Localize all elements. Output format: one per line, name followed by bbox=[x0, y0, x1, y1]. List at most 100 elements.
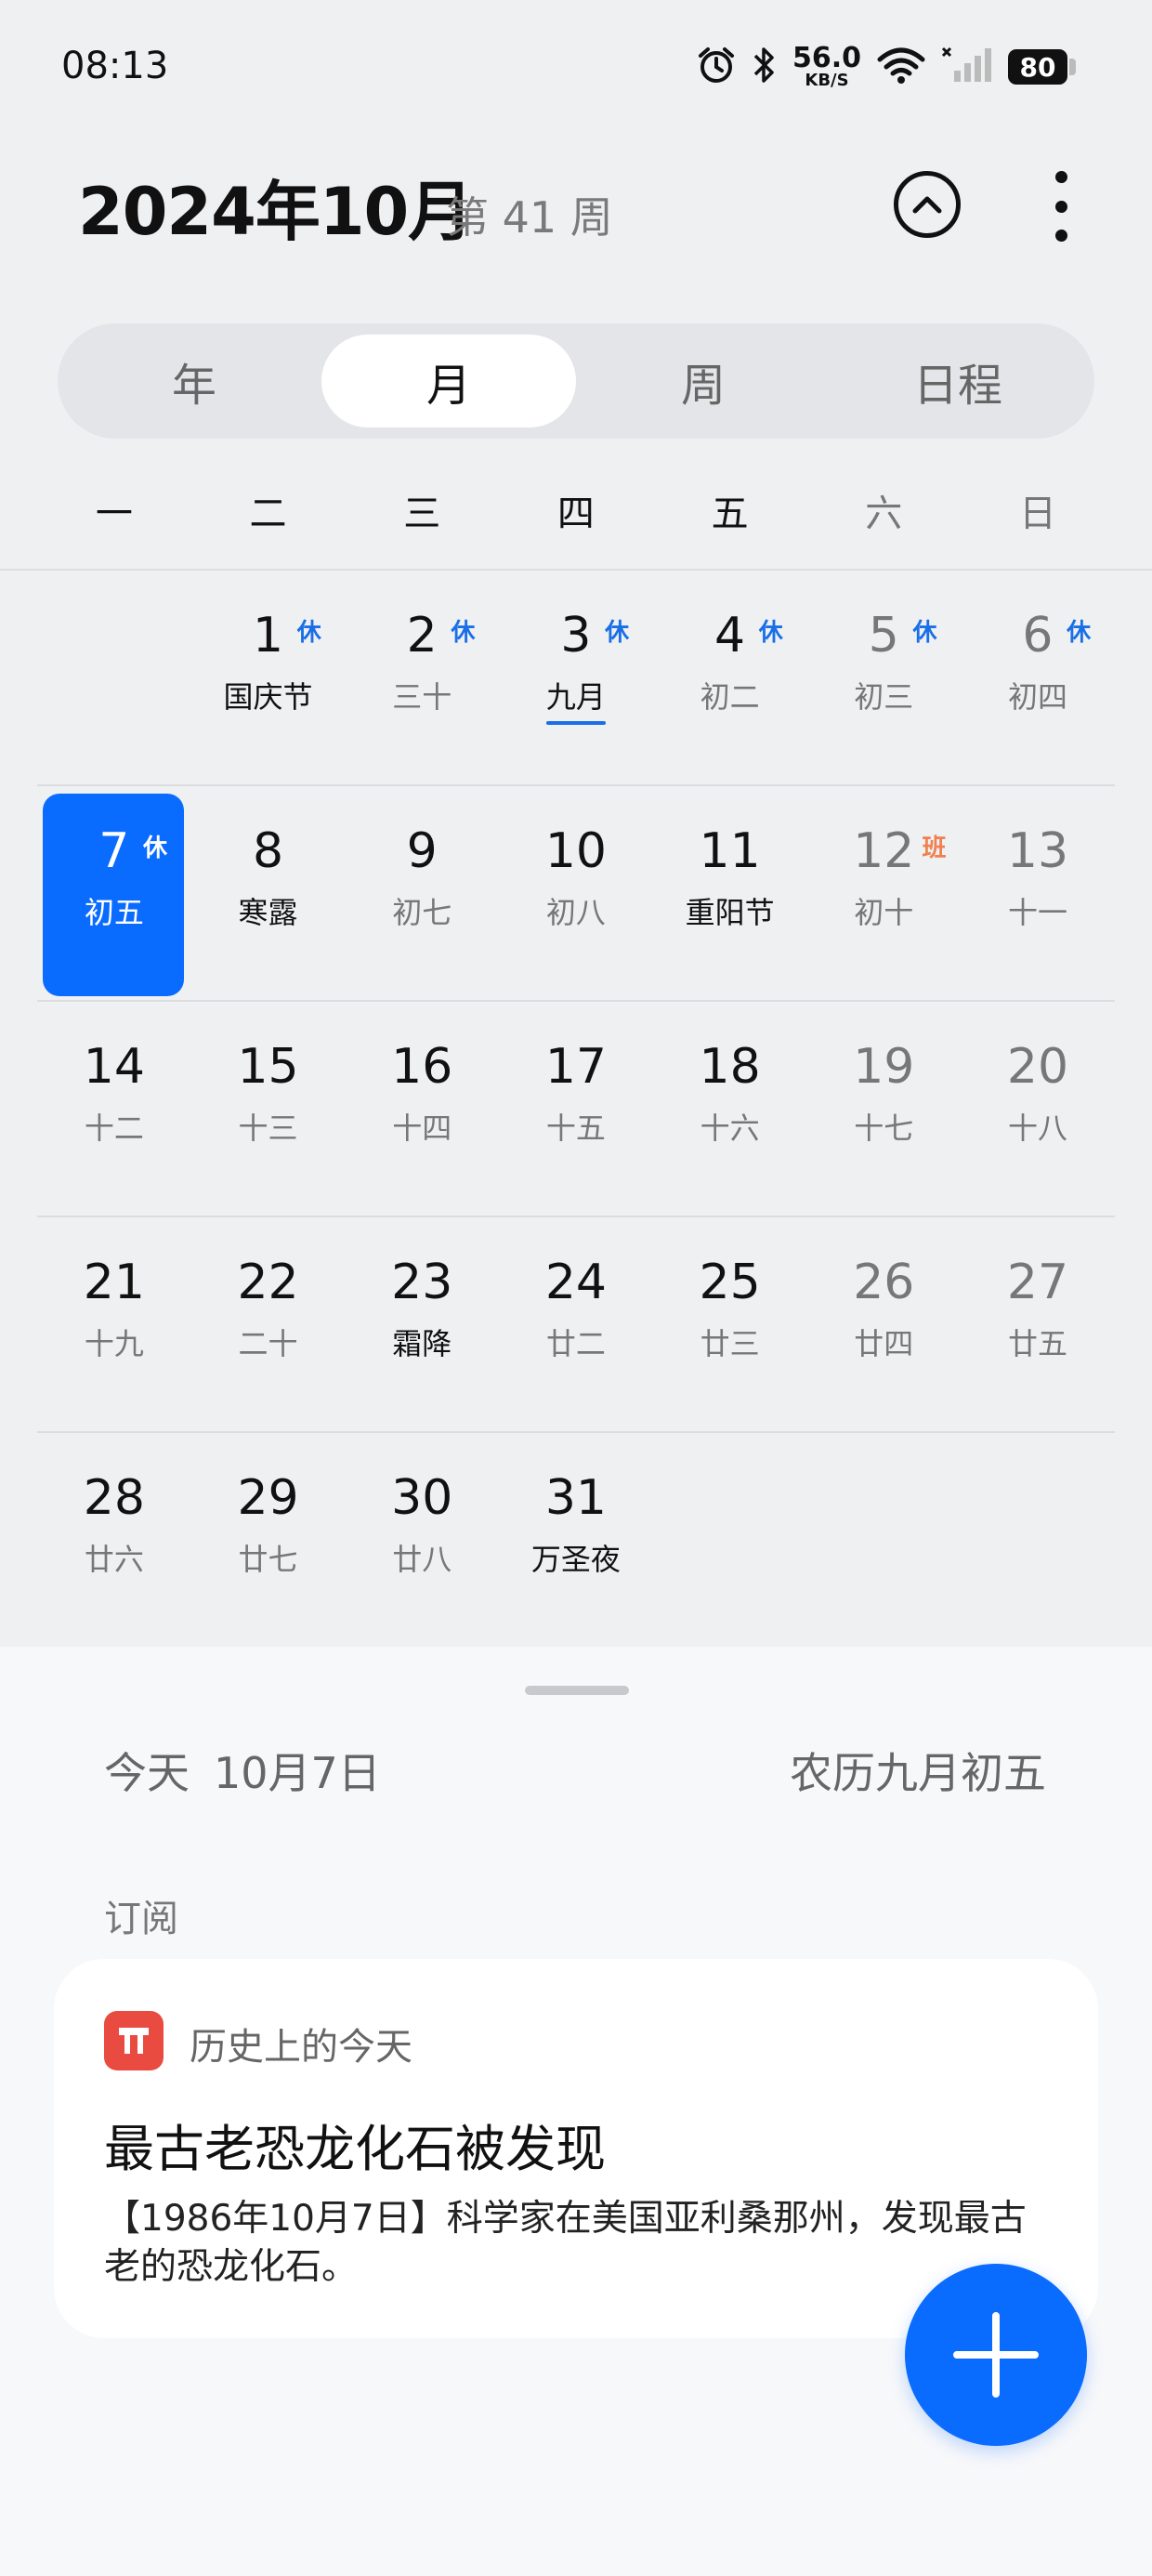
empty-cell bbox=[37, 571, 191, 784]
week-row: 21 十九 22 二十 23 霜降 24 廿二 25 廿三 26 廿四 27 廿五 bbox=[37, 1217, 1115, 1433]
day-festival: 寒露 bbox=[238, 895, 298, 930]
calendar-app: 08:13 56.0 KB/S 80 2024年10月 第 41 周 年 月 周… bbox=[0, 0, 1152, 2576]
holiday-badge: 休 bbox=[143, 835, 168, 862]
day-cell[interactable]: 6 初四 休 bbox=[961, 571, 1115, 784]
bluetooth-icon bbox=[752, 45, 778, 89]
day-cell[interactable]: 27 廿五 bbox=[961, 1217, 1115, 1431]
day-cell[interactable]: 28 廿六 bbox=[37, 1433, 191, 1649]
subscription-section-label: 订阅 bbox=[104, 1898, 178, 1940]
day-festival: 重阳节 bbox=[685, 895, 775, 930]
day-cell[interactable]: 10 初八 bbox=[499, 786, 653, 1000]
day-cell[interactable]: 25 廿三 bbox=[653, 1217, 807, 1431]
day-cell[interactable]: 12 初十班 bbox=[806, 786, 961, 1000]
empty-cell bbox=[653, 1433, 807, 1649]
day-number: 11 bbox=[699, 823, 761, 879]
day-cell[interactable]: 30 廿八 bbox=[345, 1433, 499, 1649]
drag-handle[interactable] bbox=[525, 1686, 629, 1695]
day-cell[interactable]: 23 霜降 bbox=[345, 1217, 499, 1431]
day-cell[interactable]: 16 十四 bbox=[345, 1002, 499, 1216]
day-number: 18 bbox=[699, 1039, 761, 1095]
network-speed: 56.0 KB/S bbox=[792, 45, 861, 89]
day-cell[interactable]: 5 初三 休 bbox=[806, 571, 961, 784]
month-grid: 1 国庆节休 2 三十休 3 九月休 4 初二休 5 初三休 6 初四休 7 初五休 8 寒露 9 初七 10 初八 1… bbox=[37, 571, 1115, 1649]
day-number: 14 bbox=[83, 1039, 145, 1095]
day-number: 3 bbox=[560, 608, 592, 664]
day-lunar: 初十 bbox=[854, 895, 914, 930]
today-text: 今天 bbox=[104, 1748, 190, 1798]
more-dots-icon bbox=[1054, 171, 1067, 183]
day-cell[interactable]: 31 万圣夜 bbox=[499, 1433, 653, 1649]
weekday-label: 六 bbox=[865, 493, 903, 535]
holiday-badge: 休 bbox=[912, 619, 937, 647]
weekday-label: 一 bbox=[95, 493, 133, 535]
day-number: 6 bbox=[1022, 608, 1054, 664]
status-time: 08:13 bbox=[61, 45, 169, 87]
day-cell[interactable]: 18 十六 bbox=[653, 1002, 807, 1216]
weekday-label: 四 bbox=[556, 493, 595, 535]
day-number: 28 bbox=[83, 1470, 145, 1526]
day-lunar: 十三 bbox=[238, 1111, 298, 1146]
tab-1[interactable]: 月 bbox=[321, 335, 576, 427]
day-cell[interactable]: 17 十五 bbox=[499, 1002, 653, 1216]
day-cell[interactable]: 11 重阳节 bbox=[653, 786, 807, 1000]
day-lunar: 二十 bbox=[238, 1326, 298, 1361]
more-options-button[interactable] bbox=[1041, 171, 1081, 242]
day-cell[interactable]: 26 廿四 bbox=[806, 1217, 961, 1431]
month-title[interactable]: 2024年10月 bbox=[78, 160, 473, 254]
day-cell[interactable]: 29 廿七 bbox=[191, 1433, 346, 1649]
day-number: 22 bbox=[237, 1255, 299, 1310]
day-festival: 霜降 bbox=[392, 1326, 452, 1361]
tab-0[interactable]: 年 bbox=[67, 335, 321, 427]
day-lunar: 廿六 bbox=[84, 1542, 144, 1577]
day-cell[interactable]: 2 三十 休 bbox=[345, 571, 499, 784]
day-lunar: 十八 bbox=[1007, 1111, 1067, 1146]
today-label: 今天 10月7日 bbox=[104, 1740, 381, 1801]
day-cell[interactable]: 13 十一 bbox=[961, 786, 1115, 1000]
day-number: 24 bbox=[544, 1255, 607, 1310]
holiday-badge: 休 bbox=[296, 619, 321, 647]
weekday-header: 一二三四五六日 bbox=[37, 483, 1115, 537]
day-lunar: 三十 bbox=[392, 679, 452, 715]
lunar-date: 农历九月初五 bbox=[790, 1748, 1046, 1798]
day-lunar: 十九 bbox=[84, 1326, 144, 1361]
alarm-icon bbox=[696, 45, 737, 89]
day-cell[interactable]: 22 二十 bbox=[191, 1217, 346, 1431]
day-number: 25 bbox=[699, 1255, 761, 1310]
day-number: 13 bbox=[1006, 823, 1069, 879]
collapse-button[interactable] bbox=[894, 171, 961, 238]
day-cell[interactable]: 1 国庆节 休 bbox=[191, 571, 346, 784]
day-lunar: 十一 bbox=[1007, 895, 1067, 930]
day-number: 1 bbox=[252, 608, 284, 664]
holiday-badge: 休 bbox=[451, 619, 476, 647]
day-number: 2 bbox=[406, 608, 438, 664]
tab-2[interactable]: 周 bbox=[576, 335, 831, 427]
battery-level: 80 bbox=[1008, 49, 1067, 85]
day-cell[interactable]: 19 十七 bbox=[806, 1002, 961, 1216]
day-number: 21 bbox=[83, 1255, 145, 1310]
day-cell[interactable]: 4 初二 休 bbox=[653, 571, 807, 784]
day-number: 23 bbox=[391, 1255, 453, 1310]
day-cell[interactable]: 3 九月 休 bbox=[499, 571, 653, 784]
add-event-button[interactable] bbox=[905, 2264, 1087, 2446]
day-cell[interactable]: 14 十二 bbox=[37, 1002, 191, 1216]
day-lunar: 十五 bbox=[545, 1111, 606, 1146]
card-title: 最古老恐龙化石被发现 bbox=[104, 2120, 606, 2178]
day-cell[interactable]: 9 初七 bbox=[345, 786, 499, 1000]
day-lunar: 十四 bbox=[392, 1111, 452, 1146]
day-number: 7 bbox=[98, 823, 130, 879]
day-cell[interactable]: 24 廿二 bbox=[499, 1217, 653, 1431]
day-cell[interactable]: 8 寒露 bbox=[191, 786, 346, 1000]
day-lunar: 初二 bbox=[700, 679, 760, 715]
day-cell[interactable]: 21 十九 bbox=[37, 1217, 191, 1431]
day-number: 29 bbox=[237, 1470, 299, 1526]
day-cell[interactable]: 15 十三 bbox=[191, 1002, 346, 1216]
day-number: 17 bbox=[544, 1039, 607, 1095]
week-row: 14 十二 15 十三 16 十四 17 十五 18 十六 19 十七 20 十八 bbox=[37, 1002, 1115, 1217]
day-festival: 万圣夜 bbox=[530, 1542, 621, 1577]
day-number: 19 bbox=[853, 1039, 915, 1095]
day-festival: 国庆节 bbox=[223, 679, 313, 715]
day-cell[interactable]: 20 十八 bbox=[961, 1002, 1115, 1216]
day-number: 8 bbox=[252, 823, 284, 879]
tab-3[interactable]: 日程 bbox=[831, 335, 1085, 427]
day-cell[interactable]: 7 初五 休 bbox=[37, 786, 191, 1000]
